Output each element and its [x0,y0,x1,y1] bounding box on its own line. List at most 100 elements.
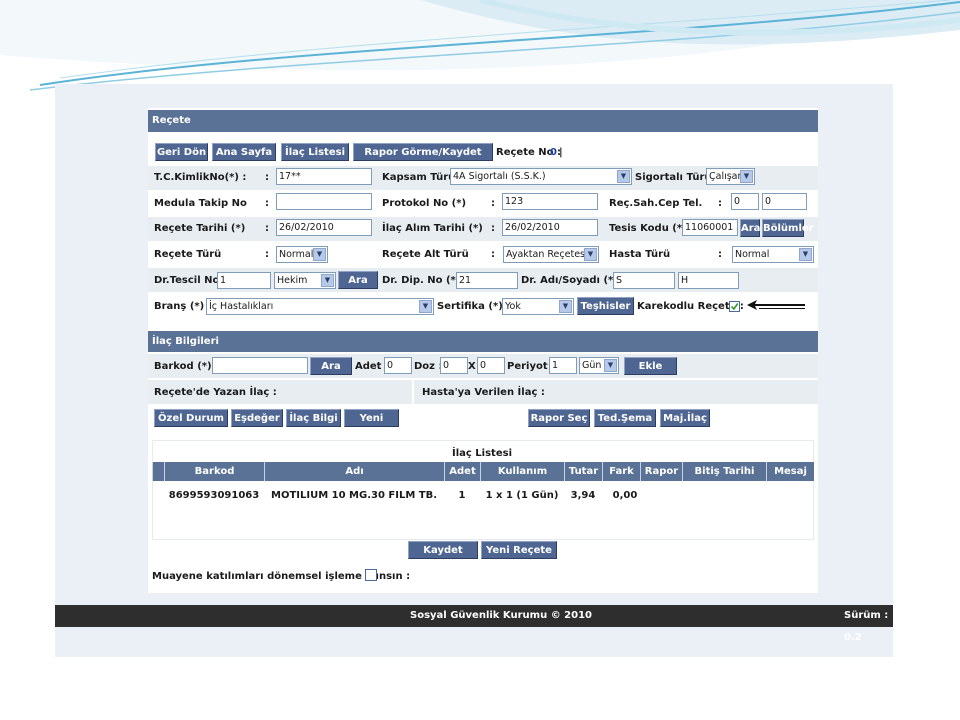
tc-kimlik-input[interactable]: 17** [276,168,372,185]
periyot-input[interactable]: 1 [549,357,577,374]
yeni-recete-button[interactable]: Yeni Reçete [481,541,557,559]
cell-adi: MOTILIUM 10 MG.30 FILM TB. [271,490,437,501]
cell-adet: 1 [458,490,466,501]
bolumler-button[interactable]: Bölümler [762,219,814,237]
hekim-select[interactable]: Hekim ▼ [274,272,336,289]
dr-dip-no-input[interactable]: 21 [456,272,518,289]
ted-sema-button[interactable]: Ted.Şema [594,409,656,427]
table-header-blank [152,462,164,481]
colon: : [491,223,495,234]
check-icon [730,303,739,311]
teshisler-button[interactable]: Teşhisler [577,297,634,315]
doz-input-1[interactable]: 0 [440,357,468,374]
maj-ilac-button[interactable]: Maj.İlaç [660,409,710,427]
dr-adi-input[interactable]: S [613,272,675,289]
yeni-button[interactable]: Yeni [344,409,399,427]
ilac-listesi-title: İlaç Listesi [452,448,512,459]
column-header-tutar: Tutar [564,462,602,481]
kapsam-turu-select[interactable]: 4A Sigortalı (S.S.K.) ▼ [450,168,632,185]
ilac-bilgileri-header: İlaç Bilgileri [148,331,818,352]
kaydet-button[interactable]: Kaydet [408,541,478,559]
arrow-left-icon [747,300,805,310]
dr-tescil-input[interactable]: 1 [217,272,271,289]
chevron-down-icon: ▼ [604,359,617,372]
dr-dip-no-label: Dr. Dip. No (*) : [382,275,468,286]
hasta-turu-select[interactable]: Normal ▼ [732,246,814,263]
brans-select[interactable]: İç Hastalıkları ▼ [206,298,434,315]
hekim-value: Hekim [277,275,308,286]
column-divider [412,380,414,404]
footer-version: Sürüm : 0.2 [844,610,889,643]
sigortali-turu-select[interactable]: Çalışan ▼ [706,168,755,185]
medula-takip-input[interactable] [276,193,372,210]
column-header-barkod: Barkod [164,462,264,481]
sigortali-turu-value: Çalışan [709,171,744,182]
column-header-fark: Fark [602,462,640,481]
recete-no-separator: | [559,147,563,158]
doz-label: Doz : [414,361,443,372]
tesis-ara-button[interactable]: Ara [740,219,760,237]
ozel-durum-button[interactable]: Özel Durum [154,409,228,427]
doz-x-label: X [468,361,476,372]
periyot-unit-select[interactable]: Gün ▼ [579,357,619,374]
adet-input[interactable]: 0 [384,357,412,374]
barkod-input[interactable] [212,357,308,374]
cep-tel-input-2[interactable]: 0 [762,193,807,210]
cep-tel-label: Reç.Sah.Cep Tel. [609,198,703,209]
sertifika-label: Sertifika (*) : [437,301,511,312]
doz-input-2[interactable]: 0 [477,357,505,374]
chevron-down-icon: ▼ [321,274,334,287]
recete-turu-label: Reçete Türü [154,249,222,260]
cell-tutar: 3,94 [570,490,596,501]
geri-don-button[interactable]: Geri Dön [155,143,208,161]
ilac-listesi-button[interactable]: İlaç Listesi [281,143,349,161]
recete-tarihi-input[interactable]: 26/02/2010 [276,219,372,236]
ilac-alim-tarihi-label: İlaç Alım Tarihi (*) [382,223,483,234]
cell-barkod: 8699593091063 [168,490,260,501]
barkod-ara-button[interactable]: Ara [310,357,352,375]
column-header-adi: Adı [264,462,444,481]
recete-alt-turu-value: Ayaktan Reçetesi [506,249,588,260]
recete-tarihi-label: Reçete Tarihi (*) [154,223,246,234]
dr-soyadi-input[interactable]: H [678,272,739,289]
hasta-turu-value: Normal [735,249,770,260]
recete-turu-select[interactable]: Normal ▼ [276,246,328,263]
chevron-down-icon: ▼ [740,170,753,183]
recete-no-value: 0 [550,147,557,158]
column-header-mesaj: Mesaj [766,462,814,481]
recete-alt-turu-select[interactable]: Ayaktan Reçetesi ▼ [503,246,599,263]
footer-copyright: Sosyal Güvenlik Kurumu © 2010 [410,610,593,621]
rapor-gorme-kaydet-button[interactable]: Rapor Görme/Kaydet [353,143,493,161]
column-header-adet: Adet [444,462,480,481]
colon: : [491,249,495,260]
cep-tel-input-1[interactable]: 0 [731,193,759,210]
ekle-button[interactable]: Ekle [624,357,677,375]
karekodlu-recete-checkbox[interactable] [729,301,740,312]
dr-adi-soyadi-label: Dr. Adı/Soyadı (*) : [521,275,626,286]
esdeger-button[interactable]: Eşdeğer [231,409,283,427]
dr-ara-button[interactable]: Ara [338,271,378,289]
chevron-down-icon: ▼ [419,300,432,313]
cell-kullanim: 1 x 1 (1 Gün) [485,490,559,501]
recete-alt-turu-label: Reçete Alt Türü [382,249,469,260]
colon: : [265,249,269,260]
column-header-rapor: Rapor [640,462,682,481]
colon: : [265,223,269,234]
muayene-checkbox[interactable] [365,569,377,581]
brans-label: Branş (*) : [154,301,212,312]
recete-section-header: Reçete [148,110,818,132]
ilac-alim-tarihi-input[interactable]: 26/02/2010 [502,219,598,236]
rapor-sec-button[interactable]: Rapor Seç [528,409,590,427]
protokol-no-input[interactable]: 123 [502,193,598,210]
tesis-kodu-input[interactable]: 11060001 [682,219,738,236]
chevron-down-icon: ▼ [584,248,597,261]
recetede-yazan-ilac-label: Reçete'de Yazan İlaç : [154,387,277,398]
dr-tescil-label: Dr.Tescil No : [154,275,227,286]
sertifika-select[interactable]: Yok ▼ [502,298,574,315]
kapsam-turu-value: 4A Sigortalı (S.S.K.) [453,171,546,182]
tc-kimlik-label: T.C.KimlikNo(*) : [154,172,247,183]
ilac-bilgi-button[interactable]: İlaç Bilgi [286,409,341,427]
chevron-down-icon: ▼ [617,170,630,183]
medula-takip-label: Medula Takip No [154,198,247,209]
ana-sayfa-button[interactable]: Ana Sayfa [212,143,276,161]
